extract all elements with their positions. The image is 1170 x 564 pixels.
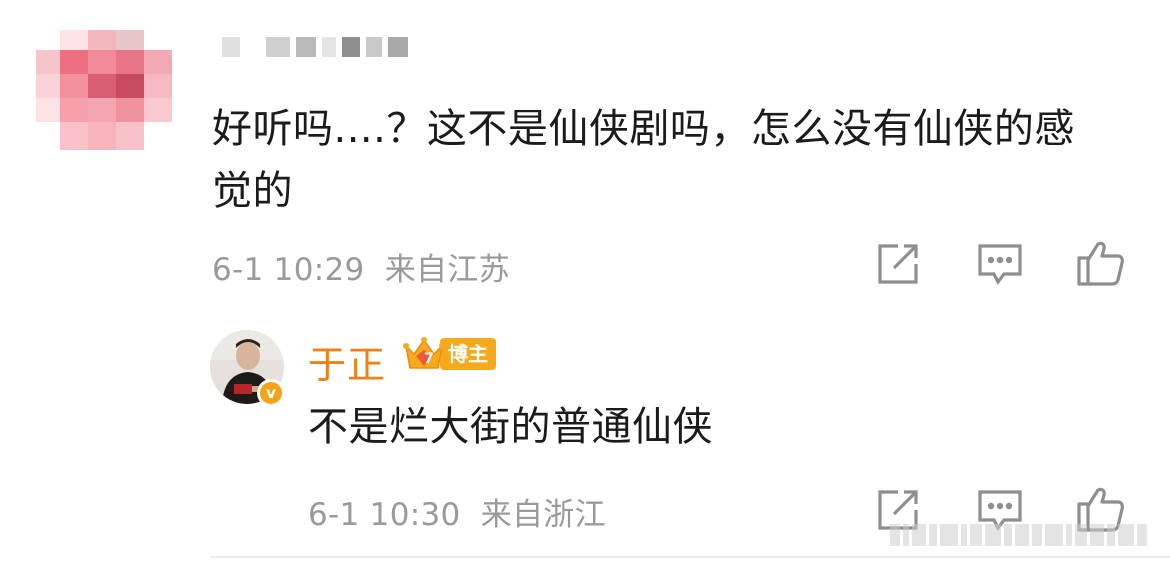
comment-location: 来自江苏 (384, 252, 510, 288)
verified-badge-icon: v (257, 379, 285, 407)
reply-text: 不是烂大街的普通仙侠 (308, 404, 713, 450)
reply-location: 来自浙江 (480, 497, 606, 533)
reply-time: 6-1 10:30 (308, 497, 461, 533)
thumbs-up-icon[interactable] (1076, 238, 1124, 286)
reply-meta: 6-1 10:30 来自浙江 (308, 489, 606, 534)
blogger-badge: 7 博主 (402, 334, 496, 374)
divider (210, 556, 1170, 558)
watermark-redacted (890, 520, 1160, 550)
crown-icon: 7 (402, 334, 446, 374)
badge-level: 7 (424, 351, 434, 367)
badge-label: 博主 (440, 338, 496, 370)
share-icon[interactable] (874, 240, 922, 288)
comment-time: 6-1 10:29 (212, 252, 365, 288)
reply-author-name[interactable]: 于正 (308, 334, 386, 389)
comment-text: 好听吗....？这不是仙侠剧吗，怎么没有仙侠的感觉的 (212, 106, 1075, 214)
username-redacted[interactable] (222, 36, 408, 58)
avatar[interactable] (36, 30, 172, 150)
comment-icon[interactable] (976, 240, 1024, 288)
comment-meta: 6-1 10:29 来自江苏 (212, 244, 510, 289)
